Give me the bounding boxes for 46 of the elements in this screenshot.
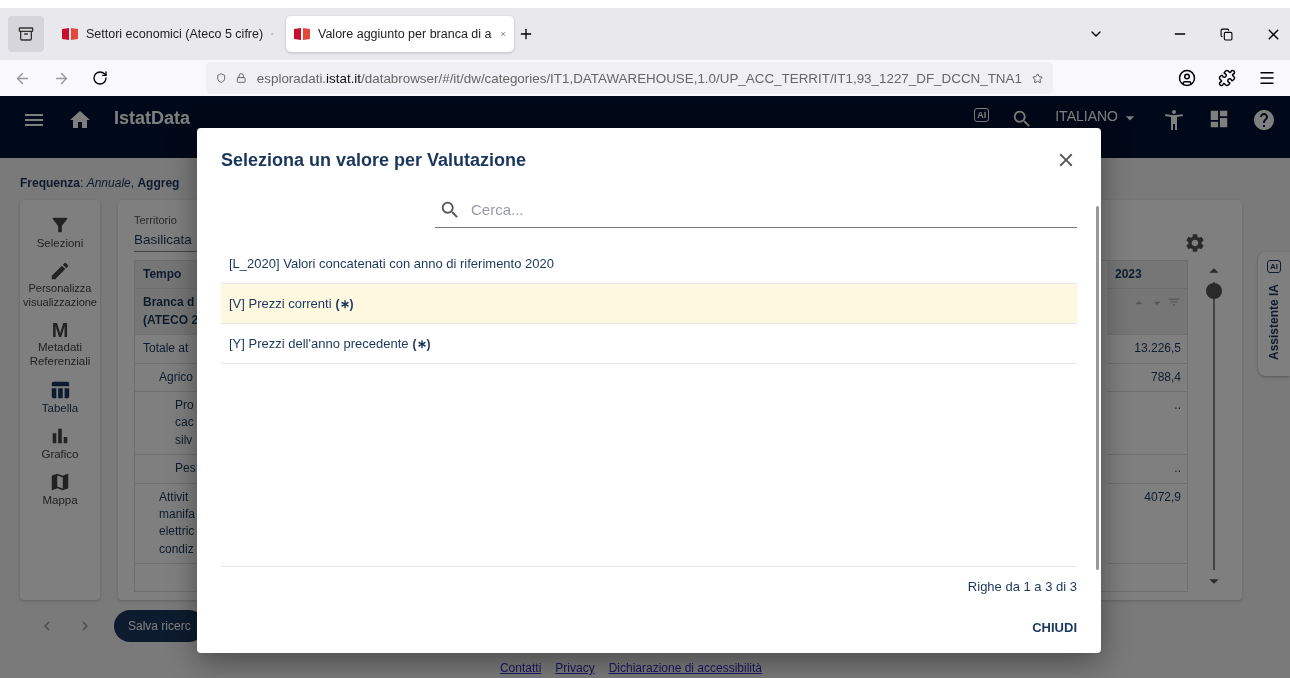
slider-thumb[interactable]: [1206, 283, 1222, 300]
sidebar-item[interactable]: Grafico: [20, 423, 100, 464]
sidebar-item[interactable]: Mappa: [20, 469, 100, 510]
sidebar-item[interactable]: Selezioni: [20, 212, 100, 253]
close-dialog-button[interactable]: CHIUDI: [1024, 616, 1085, 639]
row-count: Righe da 1 a 3 di 3: [967, 579, 1077, 594]
assistant-tab[interactable]: AI Assistente IA: [1258, 252, 1290, 376]
footer-link[interactable]: Contatti: [499, 661, 542, 675]
sidebar-item[interactable]: M Metadati Referenziali: [20, 317, 100, 371]
footer-link[interactable]: Dichiarazione di accessibilità: [608, 661, 763, 675]
table-header-cell: 2023: [1107, 261, 1187, 290]
book-icon: [62, 28, 78, 40]
tray-icon: [18, 26, 34, 42]
reload-icon[interactable]: [92, 70, 108, 86]
settings-icon[interactable]: [1184, 232, 1206, 254]
shield-icon: [216, 70, 227, 86]
ai-badge: AI: [1267, 260, 1281, 273]
address-bar[interactable]: esploradati.istat.it/databrowser/#/it/dw/categories/IT1,DATAWAREHOUSE,1.0/UP_ACC_TERRIT/IT1,93_1227_DF_DCCN_TNA1: [206, 62, 1053, 94]
menu-icon[interactable]: [1258, 69, 1276, 87]
filters-summary: Frequenza: Annuale, Aggreg: [20, 176, 181, 190]
account-icon[interactable]: [1178, 69, 1196, 87]
letter-icon: M: [51, 319, 69, 340]
tab-list-button[interactable]: [8, 16, 44, 52]
dashboard-icon[interactable]: [1208, 108, 1230, 130]
accessibility-icon[interactable]: [1162, 108, 1186, 132]
book-icon: [294, 28, 310, 40]
puzzle-icon[interactable]: [1218, 69, 1236, 87]
table-header-cell: Branca d (ATECO 2: [135, 289, 197, 336]
search-field[interactable]: Cerca...: [435, 192, 1077, 228]
search-input[interactable]: Cerca...: [469, 200, 1073, 219]
restore-icon[interactable]: [1220, 27, 1233, 41]
footer-link[interactable]: Privacy: [555, 661, 595, 675]
ai-badge[interactable]: AI: [974, 108, 990, 122]
brand-name[interactable]: IstatData: [114, 108, 191, 129]
language-selector[interactable]: ITALIANO: [1055, 108, 1118, 124]
list-item[interactable]: [V] Prezzi correnti (∗): [221, 284, 1077, 324]
lock-icon: [236, 70, 247, 86]
dialog-title: Seleziona un valore per Valutazione: [221, 149, 527, 171]
sidebar-item[interactable]: Personalizza visualizzazione: [20, 258, 100, 312]
help-icon[interactable]: [1252, 108, 1276, 132]
table-header-cell: Tempo: [135, 261, 197, 290]
sidebar-item[interactable]: Tabella: [20, 376, 100, 417]
browser-tab[interactable]: Settori economici (Ateco 5 cifre): [54, 16, 282, 52]
slider-track[interactable]: [1206, 282, 1222, 570]
browser-tab[interactable]: Valore aggiunto per branca di a: [286, 16, 514, 52]
new-tab-icon[interactable]: [518, 26, 534, 42]
